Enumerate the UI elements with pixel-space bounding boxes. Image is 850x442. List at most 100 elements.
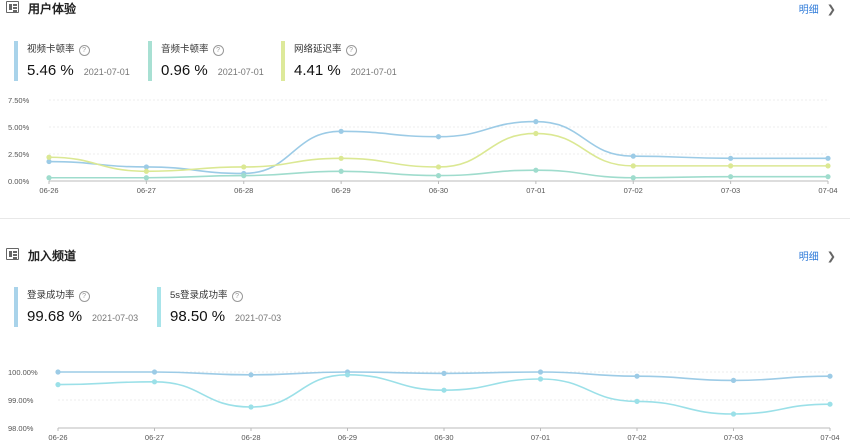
data-point[interactable] bbox=[630, 153, 636, 159]
x-tick-label: 06-29 bbox=[338, 433, 357, 442]
metric-name: 登录成功率 bbox=[27, 290, 75, 301]
data-point[interactable] bbox=[248, 372, 254, 378]
x-tick-label: 06-29 bbox=[332, 186, 351, 195]
y-tick-label: 98.00% bbox=[8, 424, 34, 433]
metric-date: 2021-07-01 bbox=[83, 67, 130, 77]
data-point[interactable] bbox=[435, 164, 442, 170]
section-title: 用户体验 bbox=[28, 2, 77, 16]
chevron-right-icon: ❯ bbox=[826, 251, 836, 263]
report-icon bbox=[6, 248, 19, 260]
metric-value: 0.96 % bbox=[161, 62, 208, 79]
data-point[interactable] bbox=[151, 379, 158, 385]
x-tick-label: 06-26 bbox=[48, 433, 67, 442]
metric-name: 音频卡顿率 bbox=[161, 44, 209, 55]
chevron-right-icon: ❯ bbox=[826, 4, 836, 16]
y-tick-label: 99.00% bbox=[8, 396, 34, 405]
y-tick-label: 0.00% bbox=[8, 177, 30, 186]
section-header-join-channel: 加入频道 明细 ❯ bbox=[0, 247, 850, 269]
user-experience-chart: 0.00% 2.50% 5.00% 7.50% 06-26 06-27 06-28 06-29… bbox=[8, 96, 838, 195]
data-point[interactable] bbox=[537, 369, 544, 375]
y-tick-label: 5.00% bbox=[8, 123, 30, 132]
metric-date: 2021-07-03 bbox=[235, 313, 282, 323]
metric-value: 99.68 % bbox=[27, 308, 83, 325]
metric-date: 2021-07-03 bbox=[92, 313, 139, 323]
x-tick-label: 07-04 bbox=[818, 186, 837, 195]
x-tick-label: 06-28 bbox=[241, 433, 260, 442]
x-tick-label: 07-01 bbox=[526, 186, 545, 195]
data-point[interactable] bbox=[825, 174, 831, 180]
data-point[interactable] bbox=[143, 168, 149, 174]
data-point[interactable] bbox=[827, 373, 833, 379]
data-point[interactable] bbox=[825, 155, 831, 161]
data-point[interactable] bbox=[634, 373, 640, 379]
x-tick-label: 06-27 bbox=[145, 433, 164, 442]
metric-card: 登录成功率? 99.68 % 2021-07-03 bbox=[14, 287, 138, 327]
data-point[interactable] bbox=[338, 155, 344, 161]
metric-name: 5s登录成功率 bbox=[170, 290, 228, 301]
x-tick-label: 06-30 bbox=[434, 433, 453, 442]
data-point[interactable] bbox=[55, 382, 61, 388]
help-icon[interactable]: ? bbox=[345, 45, 357, 56]
data-point[interactable] bbox=[55, 369, 61, 375]
metric-card: 5s登录成功率? 98.50 % 2021-07-03 bbox=[157, 287, 281, 327]
data-point[interactable] bbox=[143, 175, 149, 181]
detail-label: 明细 bbox=[798, 5, 819, 16]
data-point[interactable] bbox=[533, 167, 539, 173]
detail-link[interactable]: 明细 ❯ bbox=[799, 1, 836, 16]
help-icon[interactable]: ? bbox=[231, 291, 243, 302]
data-point[interactable] bbox=[46, 154, 52, 160]
data-point[interactable] bbox=[533, 119, 539, 125]
section-divider bbox=[0, 218, 850, 219]
data-point[interactable] bbox=[630, 175, 636, 181]
data-point[interactable] bbox=[825, 163, 831, 169]
report-icon bbox=[6, 1, 19, 13]
data-point[interactable] bbox=[248, 404, 254, 410]
data-point[interactable] bbox=[827, 401, 833, 407]
data-point[interactable] bbox=[46, 175, 52, 181]
metric-date: 2021-07-01 bbox=[350, 67, 397, 77]
data-point[interactable] bbox=[730, 411, 737, 417]
data-point[interactable] bbox=[537, 376, 544, 382]
metric-value: 98.50 % bbox=[170, 308, 226, 325]
x-tick-label: 06-26 bbox=[39, 186, 58, 195]
y-tick-label: 2.50% bbox=[8, 150, 30, 159]
metric-date: 2021-07-01 bbox=[217, 67, 264, 77]
x-tick-label: 07-04 bbox=[820, 433, 839, 442]
data-point[interactable] bbox=[241, 173, 247, 179]
data-point[interactable] bbox=[241, 164, 247, 170]
x-tick-label: 06-30 bbox=[429, 186, 448, 195]
x-tick-label: 07-02 bbox=[624, 186, 643, 195]
data-point[interactable] bbox=[151, 369, 158, 375]
detail-label: 明细 bbox=[798, 252, 819, 263]
metric-name: 视频卡顿率 bbox=[27, 44, 75, 55]
data-point[interactable] bbox=[338, 168, 344, 174]
metric-value: 4.41 % bbox=[294, 62, 341, 79]
data-point[interactable] bbox=[338, 128, 344, 134]
join-channel-chart: 98.00% 99.00% 100.00% 06-26 06-27 06-28 06-29 0… bbox=[8, 368, 840, 442]
data-point[interactable] bbox=[435, 173, 442, 179]
data-point[interactable] bbox=[728, 163, 734, 169]
x-tick-label: 07-03 bbox=[721, 186, 740, 195]
x-tick-label: 06-28 bbox=[234, 186, 253, 195]
detail-link[interactable]: 明细 ❯ bbox=[799, 248, 836, 263]
data-point[interactable] bbox=[533, 130, 539, 137]
data-point[interactable] bbox=[441, 387, 447, 393]
help-icon[interactable]: ? bbox=[78, 291, 90, 302]
data-point[interactable] bbox=[634, 398, 640, 404]
data-point[interactable] bbox=[728, 155, 734, 161]
data-point[interactable] bbox=[728, 174, 734, 180]
section-title: 加入频道 bbox=[28, 249, 77, 263]
data-point[interactable] bbox=[435, 134, 442, 140]
help-icon[interactable]: ? bbox=[78, 45, 90, 56]
x-tick-label: 07-03 bbox=[724, 433, 743, 442]
data-point[interactable] bbox=[630, 163, 636, 169]
data-point[interactable] bbox=[344, 372, 351, 378]
x-tick-label: 07-02 bbox=[627, 433, 646, 442]
x-tick-label: 07-01 bbox=[531, 433, 550, 442]
help-icon[interactable]: ? bbox=[212, 45, 224, 56]
metric-value: 5.46 % bbox=[27, 62, 74, 79]
data-point[interactable] bbox=[730, 377, 737, 383]
section-header-user-experience: 用户体验 明细 ❯ bbox=[0, 0, 850, 22]
metric-card: 视频卡顿率? 5.46 % 2021-07-01 bbox=[14, 41, 130, 81]
data-point[interactable] bbox=[441, 370, 447, 376]
